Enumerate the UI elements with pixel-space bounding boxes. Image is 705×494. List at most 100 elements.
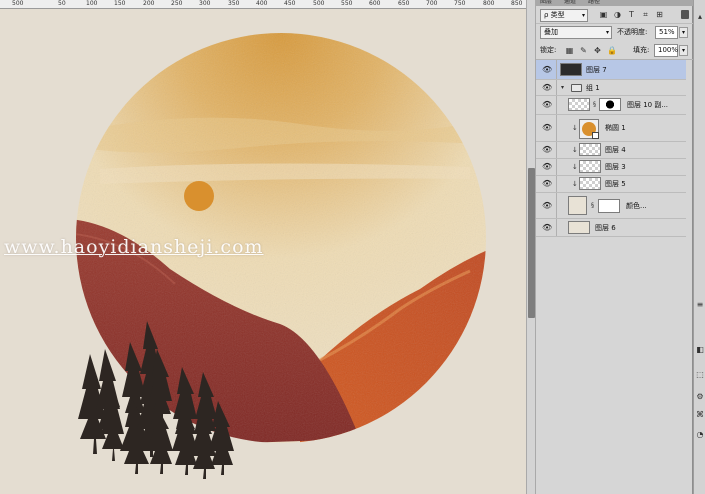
- blend-mode-value: 叠加: [544, 28, 558, 36]
- layer-mask-thumbnail[interactable]: [599, 98, 621, 111]
- link-icon[interactable]: §: [593, 101, 596, 109]
- layer-name: 图层 4: [605, 146, 626, 154]
- filter-kind-select[interactable]: ρ 类型 ▾: [540, 9, 588, 22]
- layer-row[interactable]: 👁 § 颜色...: [536, 193, 686, 219]
- eye-icon[interactable]: 👁: [542, 163, 552, 171]
- ruler-mark: 350: [228, 0, 240, 7]
- layer-name: 组 1: [586, 83, 600, 92]
- chevron-down-icon: ▾: [581, 12, 585, 19]
- eye-icon[interactable]: 👁: [542, 83, 552, 92]
- layer-row[interactable]: 👁 图层 6: [536, 219, 686, 237]
- layer-row[interactable]: 👁 ↓ 图层 3: [536, 159, 686, 176]
- layer-row[interactable]: 👁 ↓ 椭圆 1: [536, 115, 686, 142]
- blend-row: 叠加 ▾ 不透明度: 51% ▾: [536, 24, 693, 42]
- ruler-mark: 400: [256, 0, 268, 7]
- blend-mode-select[interactable]: 叠加 ▾: [540, 26, 612, 39]
- layer-list: 👁 图层 7 👁 ▾ 组 1 👁 § 图层 10 副... 👁 ↓ 椭圆 1 👁…: [536, 60, 686, 237]
- layer-mask-thumbnail[interactable]: [598, 198, 620, 213]
- layer-thumbnail: [568, 220, 590, 234]
- layer-thumbnail: [560, 62, 582, 76]
- eye-icon[interactable]: 👁: [542, 101, 552, 109]
- layer-row[interactable]: 👁 ↓ 图层 5: [536, 176, 686, 193]
- eye-icon[interactable]: 👁: [542, 65, 552, 74]
- ruler-mark: 550: [341, 0, 353, 7]
- filter-kind-value: ρ 类型: [544, 11, 565, 19]
- layer-name: 图层 3: [605, 163, 626, 171]
- fill-value: 100%: [658, 46, 679, 54]
- dock-tool-icon[interactable]: ⚙: [695, 392, 705, 402]
- layer-name: 图层 6: [595, 223, 616, 232]
- layer-thumbnail: [579, 160, 601, 173]
- filter-toggle-icon[interactable]: [681, 10, 689, 19]
- smart-object-filter-icon[interactable]: ⊞: [654, 9, 665, 20]
- layer-name: 颜色...: [626, 201, 647, 210]
- scrollbar-thumb[interactable]: [528, 168, 535, 318]
- layer-name: 图层 5: [605, 180, 626, 188]
- layer-name: 椭圆 1: [605, 124, 626, 132]
- fill-input[interactable]: 100% ▾: [654, 44, 688, 57]
- dock-tool-icon[interactable]: ◔: [695, 430, 705, 440]
- dock-tool-icon[interactable]: ⬚: [695, 370, 705, 380]
- ruler-mark: 850: [511, 0, 523, 7]
- eye-icon[interactable]: 👁: [542, 201, 552, 210]
- photoshop-window: 500 50 100 150 200 250 300 350 400 450 5…: [0, 0, 705, 494]
- ruler-mark: 800: [483, 0, 495, 7]
- horizontal-ruler[interactable]: 500 50 100 150 200 250 300 350 400 450 5…: [0, 0, 526, 9]
- clipping-arrow-icon: ↓: [572, 163, 578, 171]
- clipping-arrow-icon: ↓: [572, 180, 578, 188]
- watermark-text: www.haoyidiansheji.com: [4, 236, 264, 258]
- fill-thumbnail: [568, 195, 587, 215]
- dock-tool-icon[interactable]: ⌘: [695, 410, 705, 420]
- layer-name: 图层 10 副...: [627, 101, 669, 109]
- ruler-mark: 500: [313, 0, 325, 7]
- layer-thumbnail: [579, 177, 601, 190]
- ruler-mark: 750: [454, 0, 466, 7]
- layer-thumbnail: [568, 98, 590, 111]
- ruler-mark: 700: [426, 0, 438, 7]
- right-dock: ▴ ≡ ◧ ⬚ ⚙ ⌘ ◔: [693, 0, 705, 494]
- layer-row[interactable]: 👁 ↓ 图层 4: [536, 142, 686, 159]
- lock-label: 锁定:: [540, 46, 557, 54]
- layer-group-row[interactable]: 👁 ▾ 组 1: [536, 80, 686, 96]
- canvas-vertical-scrollbar[interactable]: [526, 0, 536, 494]
- pixel-filter-icon[interactable]: ▣: [598, 9, 609, 20]
- layer-row[interactable]: 👁 图层 7: [536, 60, 686, 80]
- lock-transparency-icon[interactable]: ▦: [565, 46, 574, 55]
- ruler-mark: 50: [58, 0, 66, 7]
- document-canvas[interactable]: 500 50 100 150 200 250 300 350 400 450 5…: [0, 0, 526, 494]
- eye-icon[interactable]: 👁: [542, 223, 552, 232]
- eye-icon[interactable]: 👁: [542, 124, 552, 132]
- adjustment-filter-icon[interactable]: ◑: [612, 9, 623, 20]
- ruler-mark: 200: [143, 0, 155, 7]
- chevron-down-icon[interactable]: ▾: [679, 45, 688, 56]
- eye-icon[interactable]: 👁: [542, 146, 552, 154]
- clipping-arrow-icon: ↓: [572, 146, 578, 154]
- layers-panel: 图层 通道 路径 ρ 类型 ▾ ▣ ◑ T ⌗ ⊞ 叠加 ▾ 不透明度: 51%: [536, 0, 693, 494]
- chevron-down-icon[interactable]: ▾: [679, 27, 688, 38]
- shape-thumbnail: [579, 119, 599, 139]
- lock-row: 锁定: ▦ ✎ ✥ 🔒 填充: 100% ▾: [536, 42, 693, 60]
- type-filter-icon[interactable]: T: [626, 9, 637, 20]
- opacity-input[interactable]: 51% ▾: [655, 26, 688, 39]
- ruler-mark: 100: [86, 0, 98, 7]
- lock-all-icon[interactable]: 🔒: [607, 46, 617, 55]
- clipping-arrow-icon: ↓: [572, 124, 578, 132]
- layer-name: 图层 7: [586, 65, 607, 74]
- ruler-mark: 300: [199, 0, 211, 7]
- dock-tool-icon[interactable]: ≡: [695, 300, 705, 310]
- lock-position-icon[interactable]: ✥: [593, 46, 602, 55]
- lock-image-icon[interactable]: ✎: [579, 46, 588, 55]
- collapse-icon[interactable]: ▴: [695, 12, 705, 22]
- eye-icon[interactable]: 👁: [542, 180, 552, 188]
- fill-label: 填充:: [633, 46, 650, 54]
- opacity-label: 不透明度:: [617, 28, 648, 36]
- layer-filter-row: ρ 类型 ▾ ▣ ◑ T ⌗ ⊞: [536, 6, 693, 24]
- ruler-mark: 250: [171, 0, 183, 7]
- ruler-mark: 500: [12, 0, 24, 7]
- chevron-down-icon[interactable]: ▾: [561, 84, 564, 92]
- opacity-value: 51%: [659, 28, 675, 36]
- link-icon[interactable]: §: [591, 202, 594, 210]
- layer-row[interactable]: 👁 § 图层 10 副...: [536, 96, 686, 115]
- shape-filter-icon[interactable]: ⌗: [640, 9, 651, 20]
- dock-tool-icon[interactable]: ◧: [695, 345, 705, 355]
